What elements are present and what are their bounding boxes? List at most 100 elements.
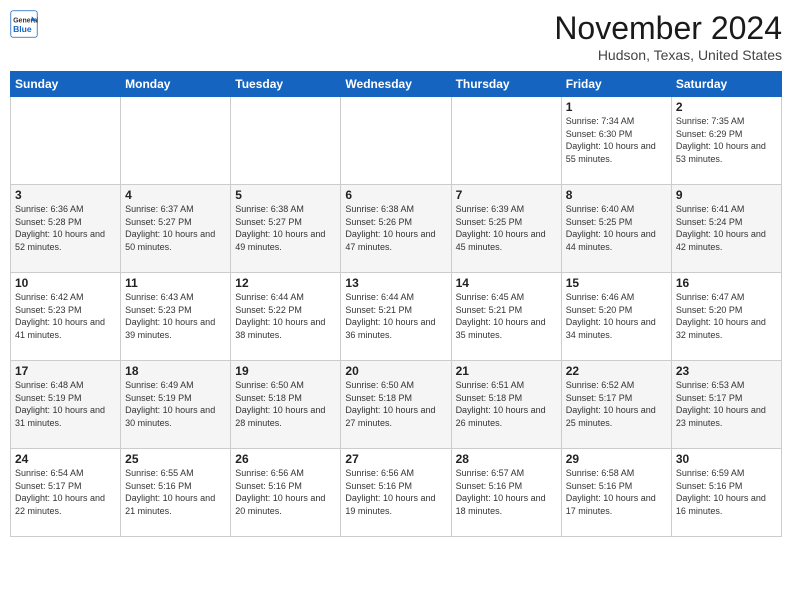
cell-data: Sunrise: 6:51 AM Sunset: 5:18 PM Dayligh… <box>456 379 557 429</box>
cell-data: Sunrise: 6:42 AM Sunset: 5:23 PM Dayligh… <box>15 291 116 341</box>
svg-text:Blue: Blue <box>13 24 32 34</box>
day-number: 23 <box>676 364 777 378</box>
day-number: 16 <box>676 276 777 290</box>
calendar-table: SundayMondayTuesdayWednesdayThursdayFrid… <box>10 71 782 537</box>
page-header: General Blue November 2024 Hudson, Texas… <box>10 10 782 63</box>
calendar-cell: 28Sunrise: 6:57 AM Sunset: 5:16 PM Dayli… <box>451 449 561 537</box>
title-block: November 2024 Hudson, Texas, United Stat… <box>554 10 782 63</box>
calendar-header-row: SundayMondayTuesdayWednesdayThursdayFrid… <box>11 72 782 97</box>
cell-data: Sunrise: 7:35 AM Sunset: 6:29 PM Dayligh… <box>676 115 777 165</box>
cell-data: Sunrise: 6:43 AM Sunset: 5:23 PM Dayligh… <box>125 291 226 341</box>
calendar-cell: 13Sunrise: 6:44 AM Sunset: 5:21 PM Dayli… <box>341 273 451 361</box>
week-row-2: 3Sunrise: 6:36 AM Sunset: 5:28 PM Daylig… <box>11 185 782 273</box>
cell-data: Sunrise: 6:38 AM Sunset: 5:26 PM Dayligh… <box>345 203 446 253</box>
calendar-cell: 5Sunrise: 6:38 AM Sunset: 5:27 PM Daylig… <box>231 185 341 273</box>
calendar-cell: 7Sunrise: 6:39 AM Sunset: 5:25 PM Daylig… <box>451 185 561 273</box>
cell-data: Sunrise: 7:34 AM Sunset: 6:30 PM Dayligh… <box>566 115 667 165</box>
day-number: 3 <box>15 188 116 202</box>
calendar-cell: 9Sunrise: 6:41 AM Sunset: 5:24 PM Daylig… <box>671 185 781 273</box>
calendar-cell: 17Sunrise: 6:48 AM Sunset: 5:19 PM Dayli… <box>11 361 121 449</box>
day-header-tuesday: Tuesday <box>231 72 341 97</box>
day-number: 18 <box>125 364 226 378</box>
month-title: November 2024 <box>554 10 782 47</box>
day-number: 27 <box>345 452 446 466</box>
calendar-cell: 20Sunrise: 6:50 AM Sunset: 5:18 PM Dayli… <box>341 361 451 449</box>
calendar-cell: 15Sunrise: 6:46 AM Sunset: 5:20 PM Dayli… <box>561 273 671 361</box>
calendar-cell: 29Sunrise: 6:58 AM Sunset: 5:16 PM Dayli… <box>561 449 671 537</box>
week-row-3: 10Sunrise: 6:42 AM Sunset: 5:23 PM Dayli… <box>11 273 782 361</box>
cell-data: Sunrise: 6:46 AM Sunset: 5:20 PM Dayligh… <box>566 291 667 341</box>
calendar-cell: 23Sunrise: 6:53 AM Sunset: 5:17 PM Dayli… <box>671 361 781 449</box>
calendar-cell: 22Sunrise: 6:52 AM Sunset: 5:17 PM Dayli… <box>561 361 671 449</box>
day-number: 25 <box>125 452 226 466</box>
day-number: 12 <box>235 276 336 290</box>
day-number: 1 <box>566 100 667 114</box>
cell-data: Sunrise: 6:44 AM Sunset: 5:22 PM Dayligh… <box>235 291 336 341</box>
calendar-cell <box>451 97 561 185</box>
calendar-cell: 21Sunrise: 6:51 AM Sunset: 5:18 PM Dayli… <box>451 361 561 449</box>
calendar-cell: 4Sunrise: 6:37 AM Sunset: 5:27 PM Daylig… <box>121 185 231 273</box>
cell-data: Sunrise: 6:56 AM Sunset: 5:16 PM Dayligh… <box>235 467 336 517</box>
day-header-saturday: Saturday <box>671 72 781 97</box>
day-number: 22 <box>566 364 667 378</box>
day-number: 15 <box>566 276 667 290</box>
cell-data: Sunrise: 6:53 AM Sunset: 5:17 PM Dayligh… <box>676 379 777 429</box>
calendar-cell: 3Sunrise: 6:36 AM Sunset: 5:28 PM Daylig… <box>11 185 121 273</box>
cell-data: Sunrise: 6:55 AM Sunset: 5:16 PM Dayligh… <box>125 467 226 517</box>
cell-data: Sunrise: 6:58 AM Sunset: 5:16 PM Dayligh… <box>566 467 667 517</box>
day-number: 30 <box>676 452 777 466</box>
calendar-cell: 24Sunrise: 6:54 AM Sunset: 5:17 PM Dayli… <box>11 449 121 537</box>
cell-data: Sunrise: 6:50 AM Sunset: 5:18 PM Dayligh… <box>235 379 336 429</box>
day-number: 28 <box>456 452 557 466</box>
week-row-4: 17Sunrise: 6:48 AM Sunset: 5:19 PM Dayli… <box>11 361 782 449</box>
calendar-cell: 8Sunrise: 6:40 AM Sunset: 5:25 PM Daylig… <box>561 185 671 273</box>
day-number: 26 <box>235 452 336 466</box>
day-number: 8 <box>566 188 667 202</box>
day-header-sunday: Sunday <box>11 72 121 97</box>
calendar-cell: 18Sunrise: 6:49 AM Sunset: 5:19 PM Dayli… <box>121 361 231 449</box>
calendar-cell: 30Sunrise: 6:59 AM Sunset: 5:16 PM Dayli… <box>671 449 781 537</box>
day-number: 6 <box>345 188 446 202</box>
cell-data: Sunrise: 6:59 AM Sunset: 5:16 PM Dayligh… <box>676 467 777 517</box>
day-number: 20 <box>345 364 446 378</box>
logo: General Blue <box>10 10 38 38</box>
day-number: 29 <box>566 452 667 466</box>
cell-data: Sunrise: 6:50 AM Sunset: 5:18 PM Dayligh… <box>345 379 446 429</box>
cell-data: Sunrise: 6:41 AM Sunset: 5:24 PM Dayligh… <box>676 203 777 253</box>
calendar-cell <box>341 97 451 185</box>
day-header-friday: Friday <box>561 72 671 97</box>
calendar-cell <box>231 97 341 185</box>
cell-data: Sunrise: 6:45 AM Sunset: 5:21 PM Dayligh… <box>456 291 557 341</box>
calendar-cell: 16Sunrise: 6:47 AM Sunset: 5:20 PM Dayli… <box>671 273 781 361</box>
week-row-1: 1Sunrise: 7:34 AM Sunset: 6:30 PM Daylig… <box>11 97 782 185</box>
day-header-monday: Monday <box>121 72 231 97</box>
cell-data: Sunrise: 6:40 AM Sunset: 5:25 PM Dayligh… <box>566 203 667 253</box>
calendar-cell: 27Sunrise: 6:56 AM Sunset: 5:16 PM Dayli… <box>341 449 451 537</box>
day-number: 5 <box>235 188 336 202</box>
calendar-cell: 2Sunrise: 7:35 AM Sunset: 6:29 PM Daylig… <box>671 97 781 185</box>
calendar-cell: 10Sunrise: 6:42 AM Sunset: 5:23 PM Dayli… <box>11 273 121 361</box>
day-number: 11 <box>125 276 226 290</box>
day-header-thursday: Thursday <box>451 72 561 97</box>
day-number: 2 <box>676 100 777 114</box>
cell-data: Sunrise: 6:47 AM Sunset: 5:20 PM Dayligh… <box>676 291 777 341</box>
day-number: 14 <box>456 276 557 290</box>
calendar-cell: 14Sunrise: 6:45 AM Sunset: 5:21 PM Dayli… <box>451 273 561 361</box>
logo-icon: General Blue <box>10 10 38 38</box>
cell-data: Sunrise: 6:54 AM Sunset: 5:17 PM Dayligh… <box>15 467 116 517</box>
cell-data: Sunrise: 6:52 AM Sunset: 5:17 PM Dayligh… <box>566 379 667 429</box>
calendar-cell: 1Sunrise: 7:34 AM Sunset: 6:30 PM Daylig… <box>561 97 671 185</box>
cell-data: Sunrise: 6:36 AM Sunset: 5:28 PM Dayligh… <box>15 203 116 253</box>
week-row-5: 24Sunrise: 6:54 AM Sunset: 5:17 PM Dayli… <box>11 449 782 537</box>
day-number: 17 <box>15 364 116 378</box>
day-header-wednesday: Wednesday <box>341 72 451 97</box>
cell-data: Sunrise: 6:56 AM Sunset: 5:16 PM Dayligh… <box>345 467 446 517</box>
day-number: 19 <box>235 364 336 378</box>
calendar-cell <box>11 97 121 185</box>
cell-data: Sunrise: 6:38 AM Sunset: 5:27 PM Dayligh… <box>235 203 336 253</box>
cell-data: Sunrise: 6:39 AM Sunset: 5:25 PM Dayligh… <box>456 203 557 253</box>
cell-data: Sunrise: 6:44 AM Sunset: 5:21 PM Dayligh… <box>345 291 446 341</box>
calendar-cell: 6Sunrise: 6:38 AM Sunset: 5:26 PM Daylig… <box>341 185 451 273</box>
day-number: 13 <box>345 276 446 290</box>
cell-data: Sunrise: 6:49 AM Sunset: 5:19 PM Dayligh… <box>125 379 226 429</box>
